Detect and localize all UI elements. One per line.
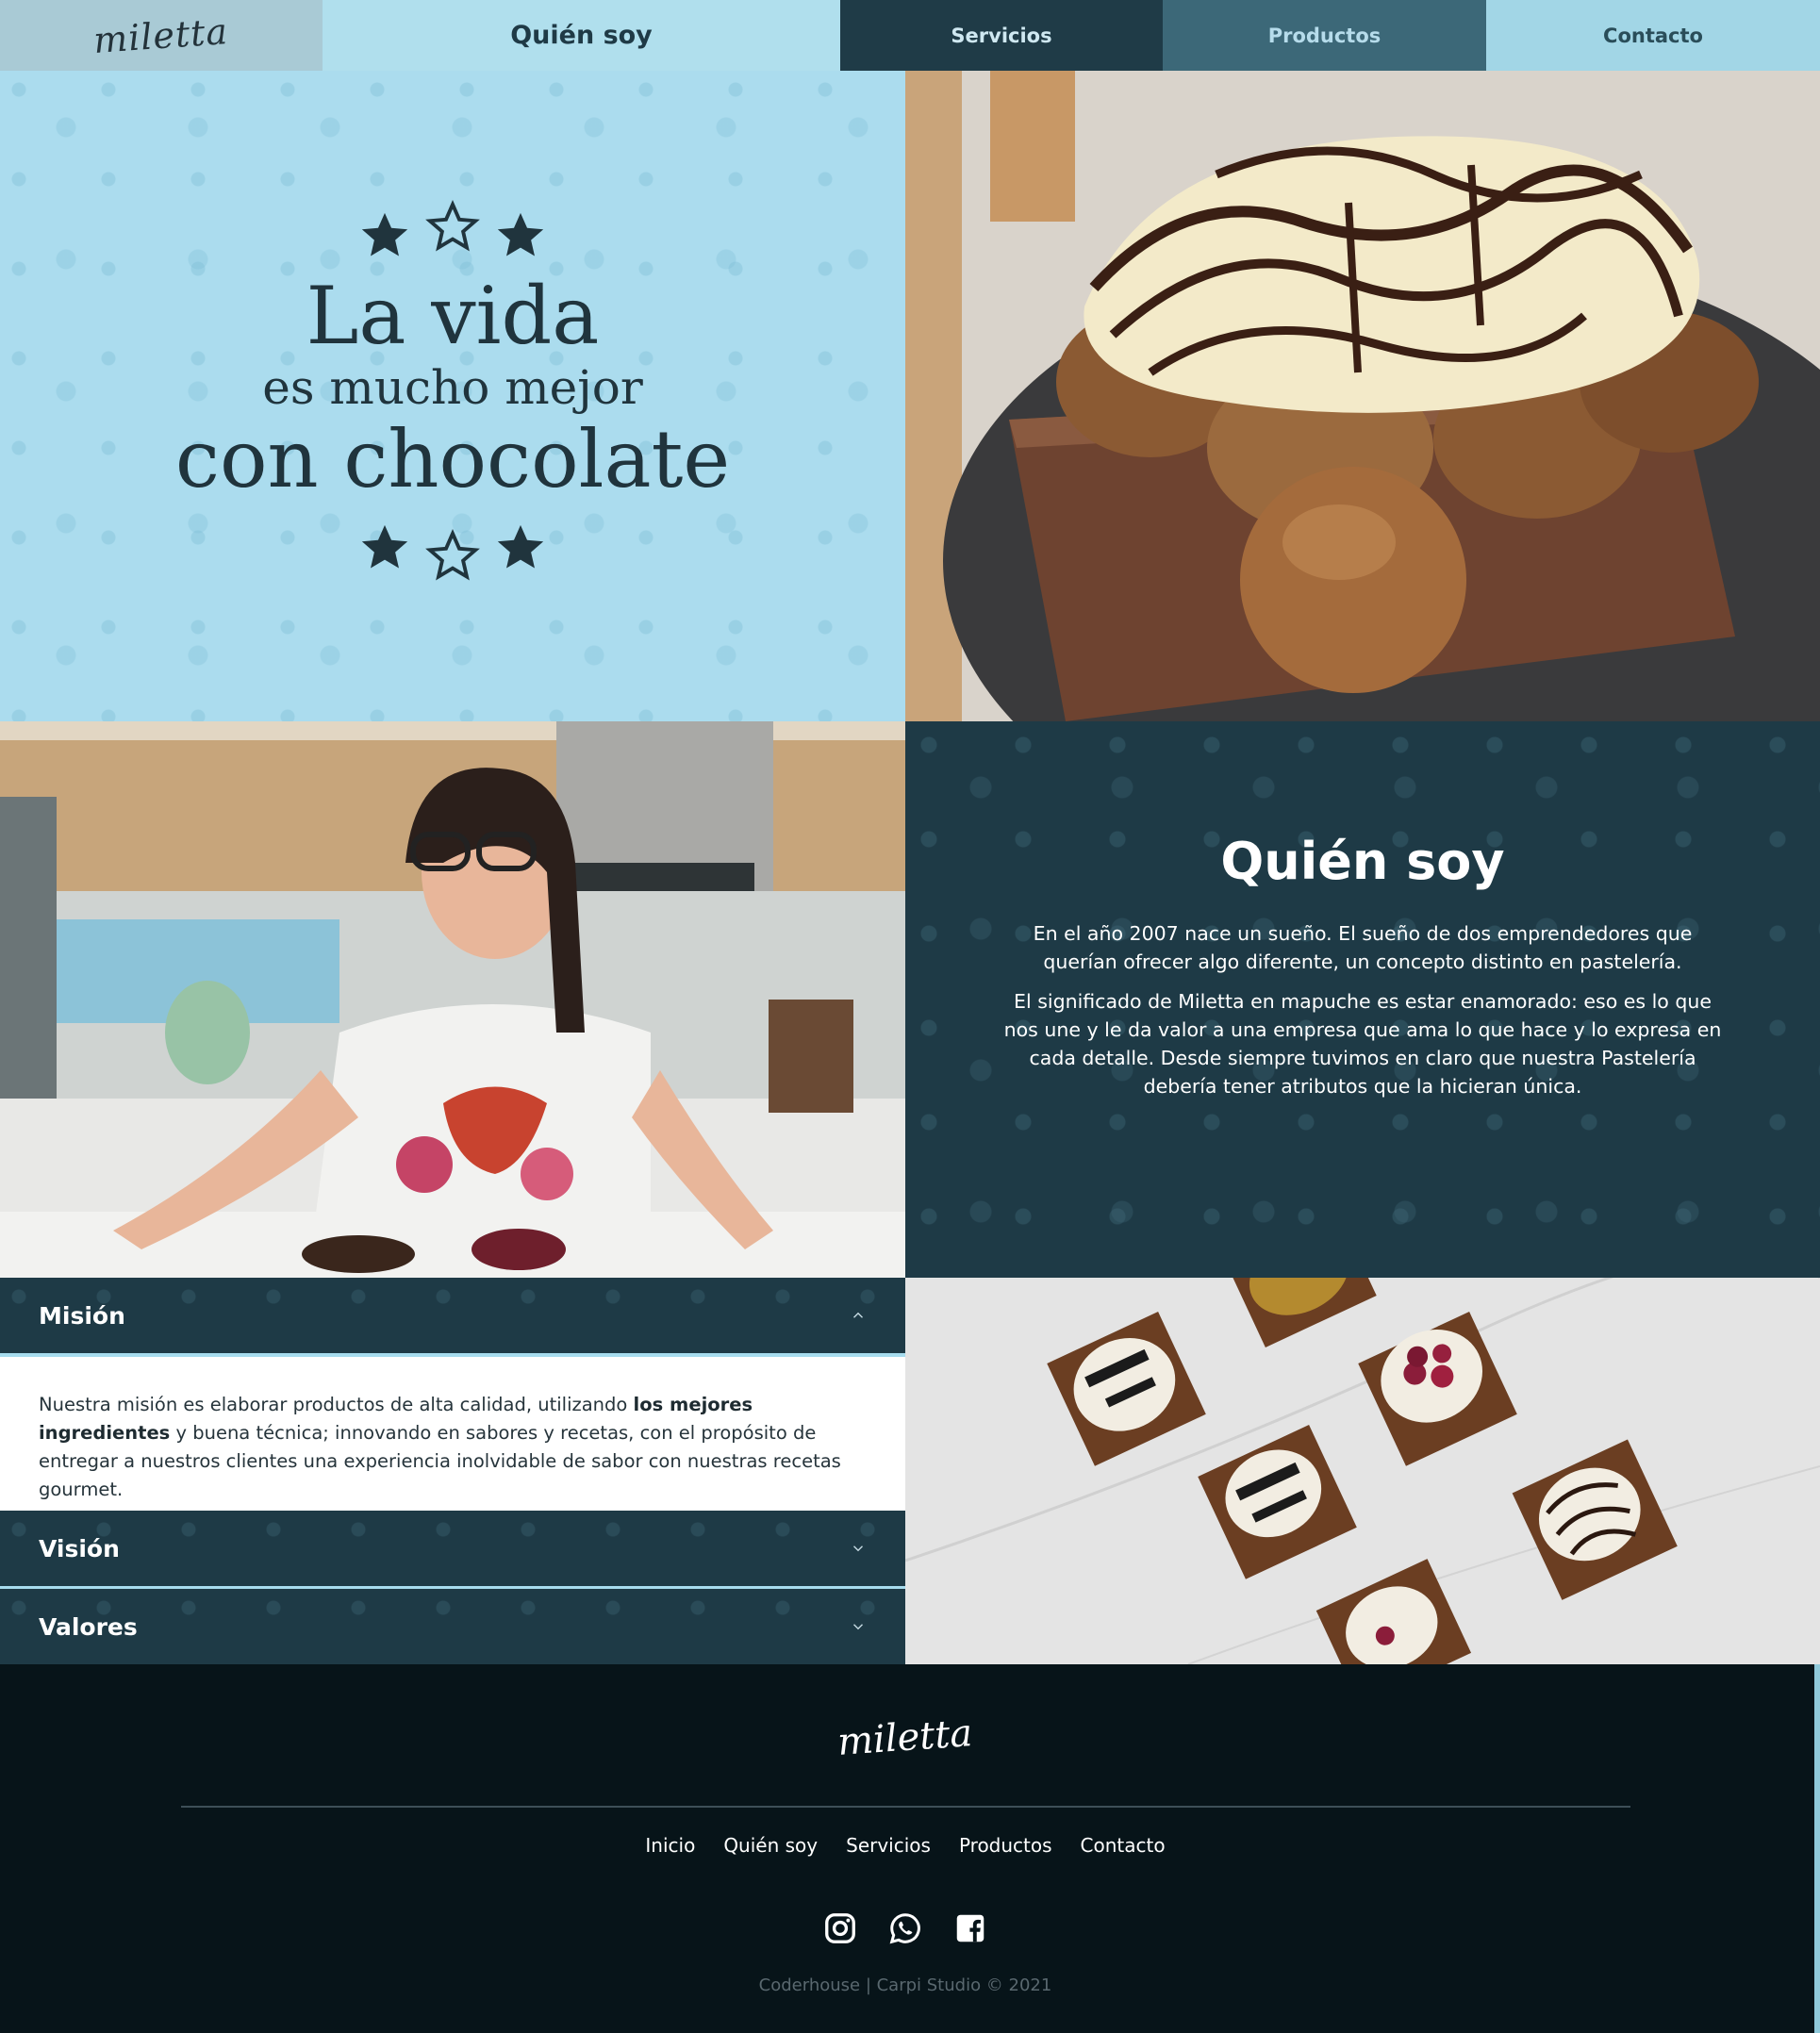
- about-paragraph: En el año 2007 nace un sueño. El sueño d…: [1033, 921, 1693, 973]
- stars-bottom: [357, 512, 548, 584]
- hero-title-line-3: con chocolate: [174, 412, 731, 505]
- star-filled-icon: [497, 212, 544, 256]
- accordion-header-vision[interactable]: Visión: [0, 1511, 905, 1586]
- site-footer: miletta Inicio Quién soy Servicios Produ…: [0, 1664, 1820, 2033]
- woman-in-kitchen-image: [0, 721, 905, 1278]
- nav-item-contacto[interactable]: Contacto: [1486, 0, 1820, 71]
- hero-title-line-1: La vida: [306, 270, 600, 363]
- logo: miletta: [92, 9, 230, 61]
- copyright: Coderhouse | Carpi Studio © 2021: [758, 1975, 1052, 1995]
- footer-link-quien-soy[interactable]: Quién soy: [723, 1834, 818, 1857]
- accordion-label: Misión: [39, 1301, 125, 1330]
- brownie-squares-image: [905, 1278, 1820, 1664]
- whatsapp-icon[interactable]: [888, 1911, 922, 1945]
- star-filled-icon: [361, 524, 408, 569]
- hero-cake-photo: [905, 71, 1820, 721]
- hero-banner: La vida es mucho mejor con chocolate: [0, 71, 905, 721]
- footer-divider: [181, 1806, 1630, 1808]
- chevron-down-icon: [853, 1624, 863, 1630]
- footer-link-contacto[interactable]: Contacto: [1081, 1834, 1166, 1857]
- social-links: [0, 1911, 1811, 1945]
- accordion-header-valores[interactable]: Valores: [0, 1589, 905, 1664]
- chevron-up-icon: [853, 1312, 863, 1318]
- founder-portrait-photo: [0, 721, 905, 1278]
- about-paragraph: El significado de Miletta en mapuche es …: [1003, 989, 1722, 1098]
- accordion-label: Valores: [39, 1612, 138, 1641]
- footer-link-servicios[interactable]: Servicios: [846, 1834, 931, 1857]
- star-outline-icon: [425, 528, 480, 581]
- chevron-down-icon: [853, 1545, 863, 1552]
- footer-edge-accent: [1814, 1664, 1820, 2033]
- accordion-label: Visión: [39, 1534, 120, 1562]
- footer-nav: Inicio Quién soy Servicios Productos Con…: [0, 1834, 1811, 1857]
- star-outline-icon: [425, 200, 480, 252]
- logo-link[interactable]: miletta: [0, 0, 323, 71]
- hero-title-line-2: es mucho mejor: [262, 360, 643, 416]
- top-nav: miletta Quién soy Servicios Productos Co…: [0, 0, 1820, 71]
- about-section: Quién soy En el año 2007 nace un sueño. …: [905, 721, 1820, 1278]
- nav-item-productos[interactable]: Productos: [1163, 0, 1486, 71]
- nav-item-quien-soy[interactable]: Quién soy: [323, 0, 840, 71]
- values-accordion: Misión Nuestra misión es elaborar produc…: [0, 1278, 905, 1664]
- star-filled-icon: [361, 212, 408, 256]
- pastries-photo: [905, 1278, 1820, 1664]
- footer-logo: miletta: [836, 1711, 975, 1764]
- instagram-icon[interactable]: [823, 1911, 857, 1945]
- footer-logo-link[interactable]: miletta: [0, 1711, 1811, 1764]
- nav-item-servicios[interactable]: Servicios: [840, 0, 1163, 71]
- stars-top: [357, 200, 548, 263]
- accordion-panel-mision: Nuestra misión es elaborar productos de …: [0, 1357, 905, 1511]
- brownie-dessert-image: [905, 71, 1820, 721]
- accordion-header-mision[interactable]: Misión: [0, 1278, 905, 1357]
- about-title: Quién soy: [1220, 831, 1505, 891]
- facebook-icon[interactable]: [953, 1911, 987, 1945]
- star-filled-icon: [497, 524, 544, 569]
- footer-link-inicio[interactable]: Inicio: [645, 1834, 695, 1857]
- mision-text: Nuestra misión es elaborar productos de …: [39, 1394, 634, 1415]
- footer-link-productos[interactable]: Productos: [959, 1834, 1052, 1857]
